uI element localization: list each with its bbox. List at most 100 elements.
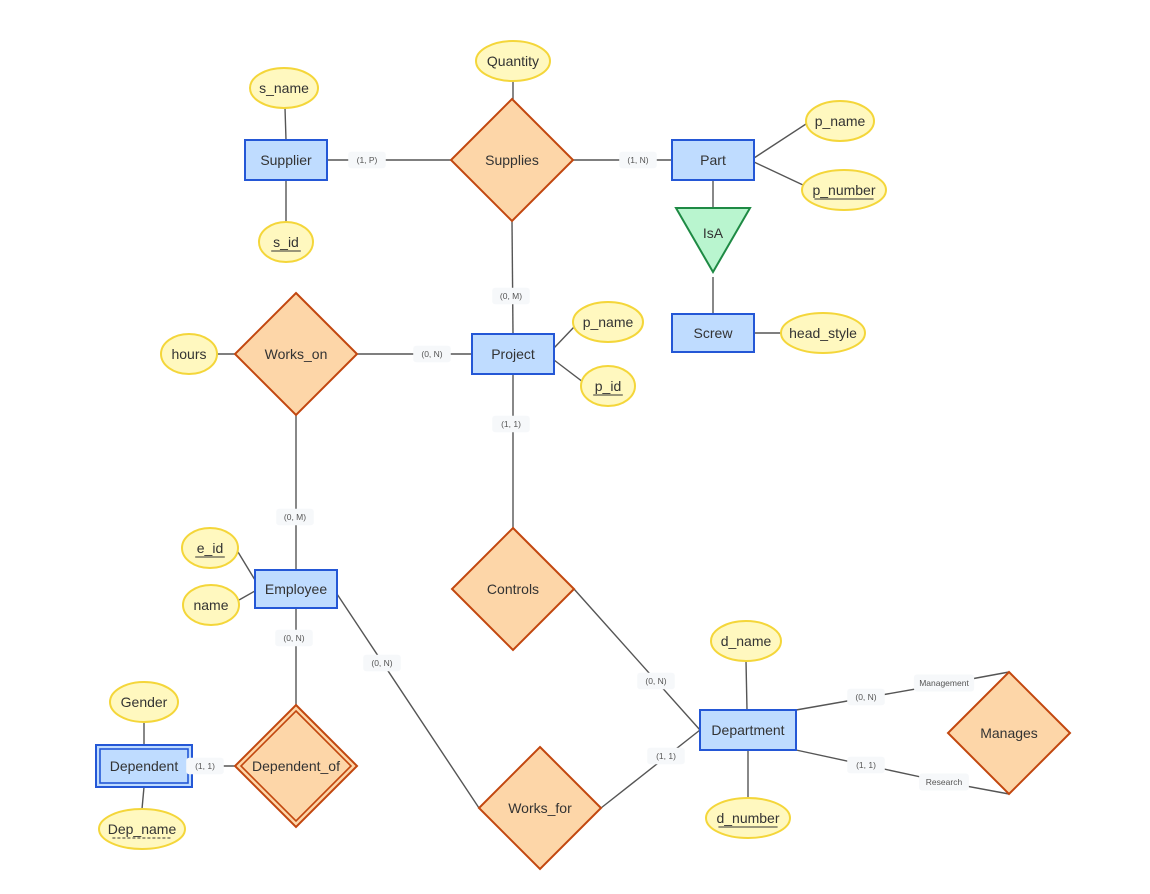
cardinality-label: (1, N) [619, 151, 657, 169]
cardinality-label-text: (0, N) [855, 692, 876, 702]
key-attribute-label: p_id [595, 378, 621, 394]
attribute-label: d_name [721, 633, 772, 649]
connector-supplies-project[interactable] [511, 220, 514, 335]
cardinality-label: (0, N) [275, 629, 313, 647]
entity-employee[interactable]: Employee [254, 569, 338, 609]
entity-supplier[interactable]: Supplier [244, 139, 328, 181]
entity-label: Department [711, 722, 784, 738]
attribute-e_id[interactable]: e_id [181, 527, 239, 569]
cardinality-label: (1, 1) [492, 415, 530, 433]
entity-project[interactable]: Project [471, 333, 555, 375]
attribute-label: s_name [259, 80, 309, 96]
attribute-label: p_name [583, 314, 634, 330]
attribute-connector-proj_p_name[interactable] [553, 326, 575, 349]
relationship-works_on[interactable]: Works_on [233, 291, 359, 417]
cardinality-label: (0, N) [363, 654, 401, 672]
attribute-label: p_name [815, 113, 866, 129]
isa-label: IsA [703, 225, 724, 241]
connector-employee-works_for[interactable] [336, 593, 480, 809]
attribute-s_name[interactable]: s_name [249, 67, 319, 109]
attribute-label: Dep_name [108, 821, 177, 837]
entity-department[interactable]: Department [699, 709, 797, 751]
cardinality-label-text: (0, M) [284, 512, 306, 522]
key-attribute-label: p_number [812, 182, 875, 198]
entity-dependent[interactable]: Dependent [95, 744, 193, 788]
attribute-label: Quantity [487, 53, 539, 69]
cardinality-label-text: (0, N) [645, 676, 666, 686]
relationship-label: Dependent_of [252, 758, 340, 774]
attribute-emp_name[interactable]: name [182, 584, 240, 626]
attribute-hours[interactable]: hours [160, 333, 218, 375]
attribute-part_p_name[interactable]: p_name [805, 100, 875, 142]
relationship-label: Works_on [265, 346, 328, 362]
role-label: Research [919, 773, 969, 791]
entity-screw[interactable]: Screw [671, 313, 755, 353]
cardinality-label: (1, 1) [186, 757, 224, 775]
key-attribute-label: e_id [197, 540, 223, 556]
key-attribute-label: d_number [716, 810, 779, 826]
role-label: Management [913, 674, 975, 692]
cardinality-label: (0, N) [413, 345, 451, 363]
cardinality-label-text: (0, N) [283, 633, 304, 643]
attribute-label: head_style [789, 325, 857, 341]
entity-label: Part [700, 152, 726, 168]
attribute-connector-p_id[interactable] [553, 359, 584, 383]
entity-label: Screw [694, 325, 734, 341]
attribute-s_id[interactable]: s_id [258, 221, 314, 263]
isa-specialization[interactable]: IsA [674, 207, 752, 274]
entity-label: Project [491, 346, 535, 362]
cardinality-label-text: (0, N) [421, 349, 442, 359]
cardinality-label: (0, M) [276, 508, 314, 526]
attribute-connector-emp_name[interactable] [238, 590, 256, 601]
relationship-label: Controls [487, 581, 539, 597]
attribute-p_number[interactable]: p_number [801, 169, 887, 211]
attribute-d_name[interactable]: d_name [710, 620, 782, 662]
relationship-works_for[interactable]: Works_for [477, 745, 603, 871]
attribute-connector-dep_name[interactable] [141, 786, 145, 810]
attribute-proj_p_name[interactable]: p_name [572, 301, 644, 343]
cardinality-label-text: (0, M) [500, 291, 522, 301]
attribute-gender[interactable]: Gender [109, 681, 179, 723]
attribute-head_style[interactable]: head_style [780, 312, 866, 354]
attribute-connector-s_name[interactable] [284, 107, 287, 141]
cardinality-label-text: (1, 1) [656, 751, 676, 761]
relationship-supplies[interactable]: Supplies [449, 97, 575, 223]
cardinality-label: (1, P) [348, 151, 386, 169]
cardinality-label: (0, M) [492, 287, 530, 305]
cardinality-label: (1, 1) [647, 747, 685, 765]
cardinality-label: (1, 1) [847, 756, 885, 774]
relationship-label: Works_for [508, 800, 572, 816]
attribute-dep_name[interactable]: Dep_name [98, 808, 186, 850]
relationship-label: Manages [980, 725, 1038, 741]
cardinality-label-text: (1, 1) [195, 761, 215, 771]
attribute-connector-d_name[interactable] [745, 660, 748, 711]
entity-label: Supplier [260, 152, 312, 168]
entity-label: Dependent [110, 758, 179, 774]
connector-controls-department[interactable] [573, 588, 701, 731]
entity-part[interactable]: Part [671, 139, 755, 181]
connector-works_for-department[interactable] [600, 729, 701, 809]
cardinality-label: (0, N) [847, 688, 885, 706]
attribute-p_id[interactable]: p_id [580, 365, 636, 407]
cardinality-label: (0, N) [637, 672, 675, 690]
relationship-dependent_of[interactable]: Dependent_of [233, 703, 359, 829]
cardinality-label-text: (1, 1) [856, 760, 876, 770]
cardinality-label-text: (1, 1) [501, 419, 521, 429]
attribute-label: hours [171, 346, 206, 362]
attribute-quantity[interactable]: Quantity [475, 40, 551, 82]
attribute-connector-p_number[interactable] [753, 161, 804, 186]
cardinality-label-text: (1, P) [357, 155, 378, 165]
attribute-connector-e_id[interactable] [237, 551, 256, 581]
attribute-d_number[interactable]: d_number [705, 797, 791, 839]
attribute-connector-part_p_name[interactable] [753, 123, 807, 159]
cardinality-label-text: (0, N) [371, 658, 392, 668]
nodes-layer: Supplier Part Screw Project Employee Departme… [95, 40, 1072, 871]
er-diagram-canvas: Supplier Part Screw Project Employee Departme… [95, 40, 1072, 871]
role-label-text: Management [919, 678, 969, 688]
attribute-label: Gender [121, 694, 168, 710]
key-attribute-label: s_id [273, 234, 299, 250]
relationship-label: Supplies [485, 152, 539, 168]
relationship-controls[interactable]: Controls [450, 526, 576, 652]
cardinality-label-text: (1, N) [627, 155, 648, 165]
role-label-text: Research [926, 777, 963, 787]
